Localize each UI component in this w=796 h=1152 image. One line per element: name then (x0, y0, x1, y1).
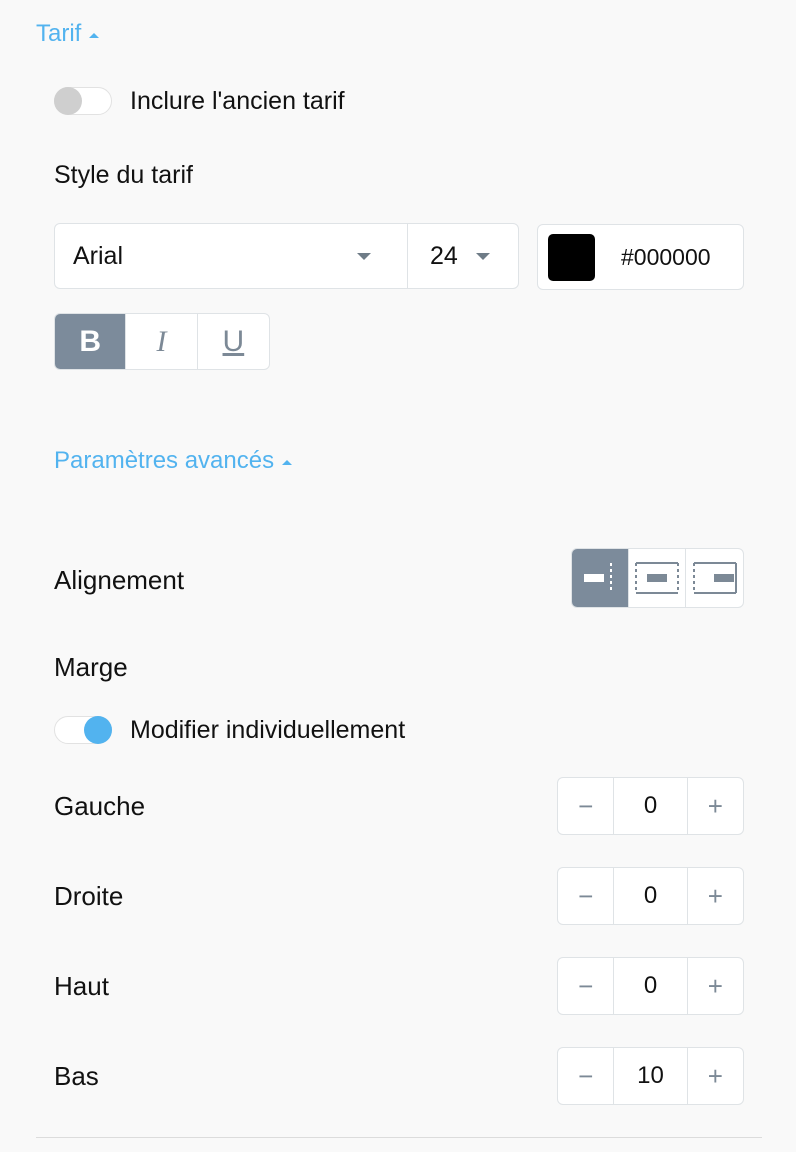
toggle-knob (84, 716, 112, 744)
old-price-toggle[interactable] (54, 87, 112, 115)
margin-top-stepper: − 0 + (557, 957, 744, 1015)
margin-right-input[interactable]: 0 (613, 868, 688, 924)
font-size-select[interactable]: 24 (408, 224, 518, 288)
caret-up-icon (282, 459, 293, 465)
color-picker[interactable]: #000000 (537, 224, 744, 290)
font-family-select[interactable]: Arial (55, 224, 408, 288)
align-center-button[interactable] (629, 549, 686, 607)
bold-icon: B (79, 325, 101, 358)
chevron-down-icon (357, 252, 371, 260)
color-swatch[interactable] (548, 233, 595, 281)
bold-button[interactable]: B (55, 314, 127, 369)
color-hex-value[interactable]: #000000 (621, 244, 711, 271)
increment-button[interactable]: + (688, 958, 743, 1014)
advanced-settings-title: Paramètres avancés (54, 447, 275, 474)
tarif-section-title: Tarif (36, 20, 82, 47)
align-right-button[interactable] (686, 549, 743, 607)
margin-left-stepper: − 0 + (557, 777, 744, 835)
chevron-down-icon (476, 252, 490, 260)
underline-button[interactable]: U (198, 314, 269, 369)
margin-left-label: Gauche (54, 791, 146, 821)
italic-icon: I (156, 325, 167, 358)
advanced-settings-toggle[interactable]: Paramètres avancés (54, 447, 293, 475)
increment-button[interactable]: + (688, 868, 743, 924)
increment-button[interactable]: + (688, 1048, 743, 1104)
underline-icon: U (222, 325, 245, 358)
individual-margin-toggle[interactable] (54, 716, 112, 744)
decrement-button[interactable]: − (558, 1048, 613, 1104)
italic-button[interactable]: I (126, 314, 198, 369)
align-left-button[interactable] (572, 549, 629, 607)
margin-bottom-input[interactable]: 10 (613, 1048, 688, 1104)
price-style-heading: Style du tarif (54, 161, 193, 189)
increment-button[interactable]: + (688, 778, 743, 834)
font-family-value: Arial (73, 241, 124, 270)
font-size-value: 24 (430, 241, 458, 270)
margin-left-input[interactable]: 0 (613, 778, 688, 834)
margin-heading: Marge (54, 652, 128, 682)
margin-bottom-stepper: − 10 + (557, 1047, 744, 1105)
individual-margin-label: Modifier individuellement (130, 716, 406, 744)
decrement-button[interactable]: − (558, 778, 613, 834)
margin-top-input[interactable]: 0 (613, 958, 688, 1014)
decrement-button[interactable]: − (558, 868, 613, 924)
margin-top-label: Haut (54, 971, 109, 1001)
alignment-group (571, 548, 744, 608)
align-center-icon (635, 562, 679, 594)
font-selector-group: Arial 24 (54, 223, 519, 289)
align-right-icon (692, 562, 737, 594)
alignment-label: Alignement (54, 565, 185, 595)
caret-up-icon (89, 32, 100, 38)
tarif-section-toggle[interactable]: Tarif (36, 20, 100, 48)
text-format-group: B I U (54, 313, 270, 370)
align-left-icon (584, 563, 612, 593)
margin-right-stepper: − 0 + (557, 867, 744, 925)
margin-right-label: Droite (54, 881, 124, 911)
margin-bottom-label: Bas (54, 1061, 99, 1091)
old-price-toggle-label: Inclure l'ancien tarif (130, 87, 345, 115)
decrement-button[interactable]: − (558, 958, 613, 1014)
toggle-knob (54, 87, 82, 115)
section-divider (36, 1137, 762, 1138)
